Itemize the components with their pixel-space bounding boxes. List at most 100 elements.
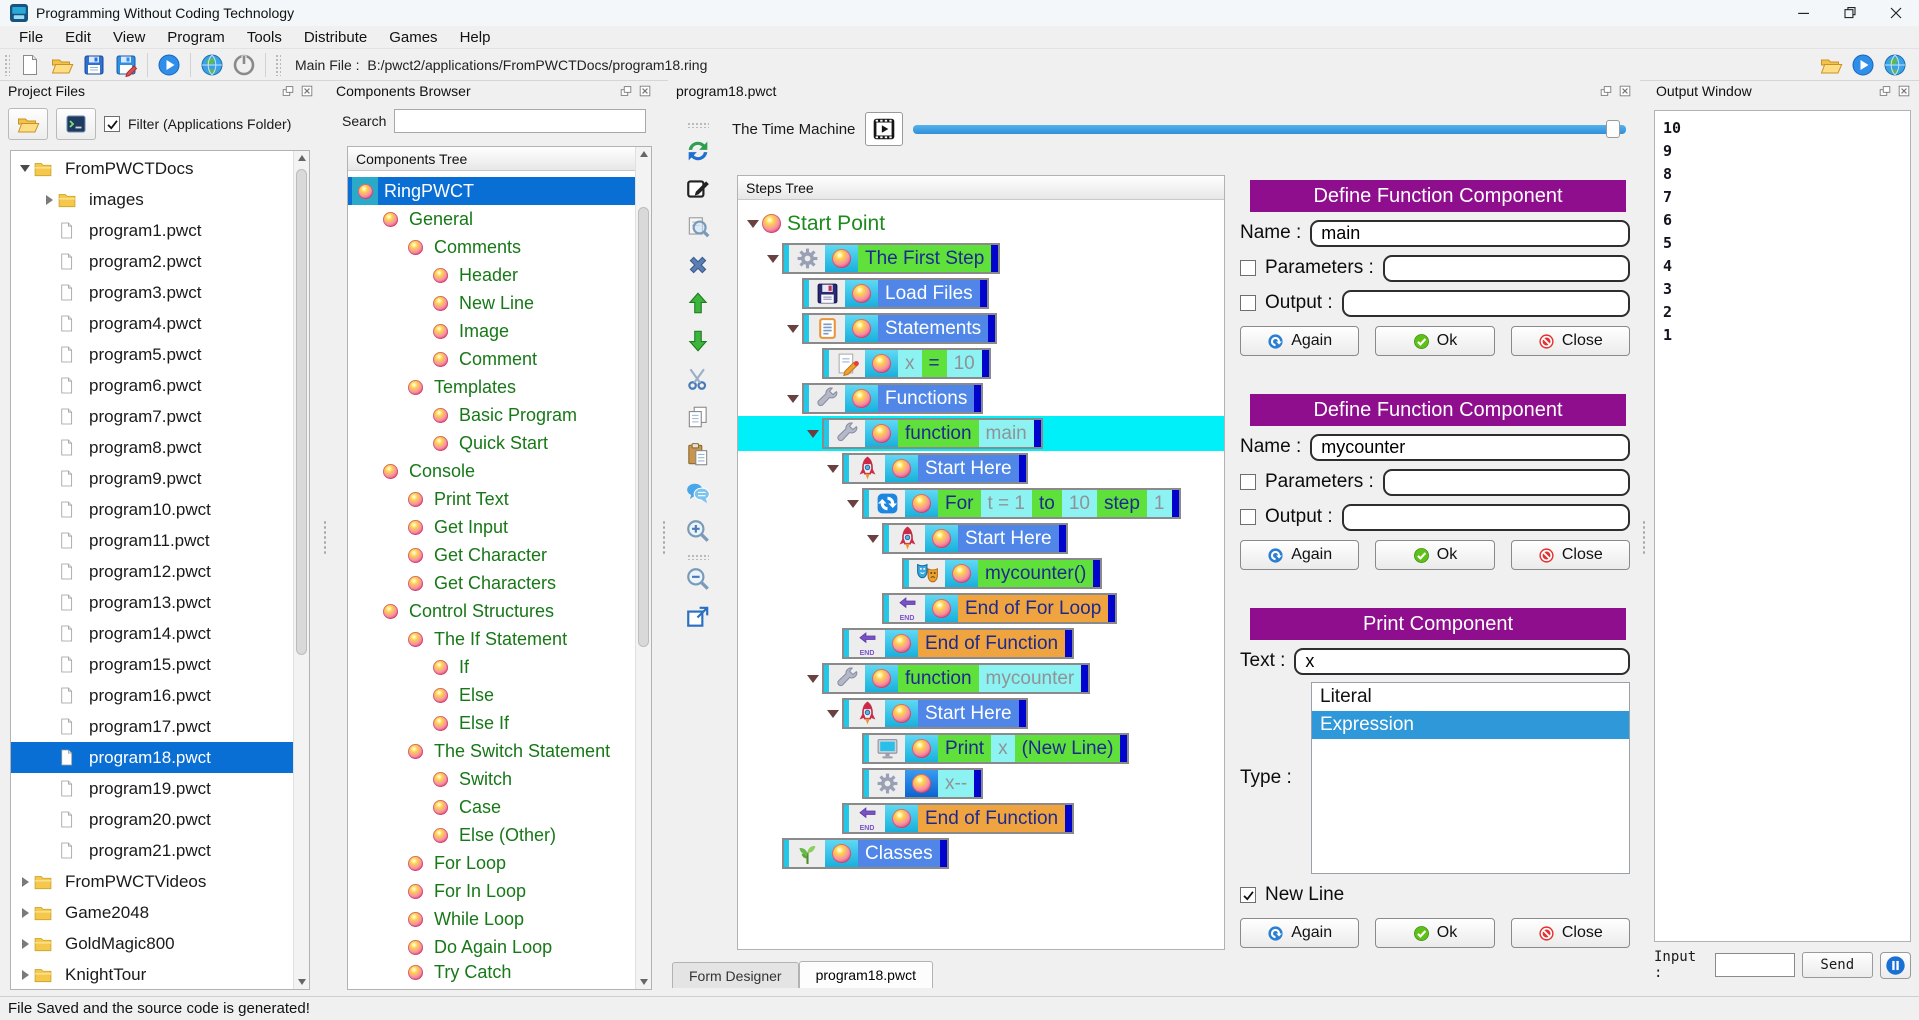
console-button[interactable] (56, 108, 96, 140)
project-tree-item[interactable]: KnightTour (11, 959, 309, 990)
component-tree-item[interactable]: New Line (348, 289, 651, 317)
again-button[interactable]: Again (1240, 918, 1359, 948)
paste-button[interactable] (680, 438, 716, 472)
component-tree-item[interactable]: Comments (348, 233, 651, 261)
step-block[interactable]: Start Here (882, 523, 1068, 554)
menu-view[interactable]: View (102, 29, 156, 46)
project-tree-item[interactable]: program13.pwct (11, 587, 309, 618)
close-panel-button[interactable] (1897, 84, 1911, 98)
project-tree-item[interactable]: program5.pwct (11, 339, 309, 370)
project-tree-item[interactable]: program3.pwct (11, 277, 309, 308)
component-tree-item[interactable]: Header (348, 261, 651, 289)
step-block[interactable]: mycounter() (902, 558, 1102, 589)
pause-button[interactable] (1880, 952, 1911, 979)
toolbar-grip[interactable] (275, 54, 281, 76)
component-tree-item[interactable]: For Loop (348, 849, 651, 877)
output-checkbox[interactable] (1240, 509, 1256, 525)
project-tree-item[interactable]: program8.pwct (11, 432, 309, 463)
step-row[interactable]: functionmycounter (738, 661, 1224, 696)
delete-button[interactable] (680, 248, 716, 282)
step-row[interactable]: Functions (738, 381, 1224, 416)
step-row[interactable]: Start Here (738, 451, 1224, 486)
step-expander[interactable] (784, 395, 802, 403)
again-button[interactable]: Again (1240, 326, 1359, 356)
project-tree-item[interactable]: program2.pwct (11, 246, 309, 277)
project-tree-item[interactable]: program12.pwct (11, 556, 309, 587)
save-as-button[interactable] (110, 51, 142, 79)
float-panel-button[interactable] (619, 84, 633, 98)
move-up-button[interactable] (680, 286, 716, 320)
project-tree-scrollbar[interactable] (293, 151, 309, 989)
step-expander[interactable] (764, 255, 782, 263)
run-button[interactable] (1847, 51, 1879, 79)
tree-expander[interactable] (17, 970, 33, 980)
tree-expander[interactable] (41, 195, 57, 205)
component-tree-item[interactable]: Templates (348, 373, 651, 401)
parameters-field[interactable] (1383, 469, 1630, 496)
new-file-button[interactable] (14, 51, 46, 79)
close-button[interactable]: Close (1511, 326, 1630, 356)
component-tree-item[interactable]: For In Loop (348, 877, 651, 905)
component-tree-item[interactable]: Get Input (348, 513, 651, 541)
web-button[interactable] (1879, 51, 1911, 79)
project-tree-item[interactable]: Game2048 (11, 897, 309, 928)
open-folder-button[interactable] (46, 51, 78, 79)
close-panel-button[interactable] (300, 84, 314, 98)
step-expander[interactable] (804, 430, 822, 438)
move-down-button[interactable] (680, 324, 716, 358)
project-tree-item[interactable]: program21.pwct (11, 835, 309, 866)
components-tree-scrollbar[interactable] (635, 147, 651, 989)
parameters-checkbox[interactable] (1240, 260, 1256, 276)
tree-expander[interactable] (17, 939, 33, 949)
component-tree-item[interactable]: Try Catch (348, 961, 651, 983)
project-tree-item[interactable]: program6.pwct (11, 370, 309, 401)
project-tree-item[interactable]: GoldMagic800 (11, 928, 309, 959)
close-panel-button[interactable] (1618, 84, 1632, 98)
refresh-button[interactable] (680, 134, 716, 168)
open-folder-button[interactable] (1815, 51, 1847, 79)
component-tree-item[interactable]: Quick Start (348, 429, 651, 457)
menu-program[interactable]: Program (156, 29, 236, 46)
component-tree-item[interactable]: RingPWCT (348, 177, 651, 205)
panel-splitter[interactable] (660, 80, 667, 996)
output-text-area[interactable]: 10987654321 (1654, 110, 1911, 942)
project-tree-item[interactable]: program14.pwct (11, 618, 309, 649)
parameters-checkbox[interactable] (1240, 474, 1256, 490)
step-block[interactable]: Statements (802, 313, 997, 344)
step-expander[interactable] (784, 325, 802, 333)
step-row[interactable]: functionmain (738, 416, 1224, 451)
output-checkbox[interactable] (1240, 295, 1256, 311)
toolbar-grip[interactable] (687, 554, 709, 560)
menu-edit[interactable]: Edit (54, 29, 102, 46)
component-tree-item[interactable]: Comment (348, 345, 651, 373)
step-row[interactable]: The First Step (738, 241, 1224, 276)
maximize-button[interactable] (1827, 0, 1873, 26)
step-expander[interactable] (864, 535, 882, 543)
step-block[interactable]: ENDEnd of Function (842, 628, 1074, 659)
float-panel-button[interactable] (1599, 84, 1613, 98)
project-tree-item[interactable]: program1.pwct (11, 215, 309, 246)
ok-button[interactable]: Ok (1375, 918, 1494, 948)
step-block[interactable]: Classes (782, 838, 949, 869)
zoom-out-button[interactable] (680, 562, 716, 596)
zoom-in-button[interactable] (680, 514, 716, 548)
save-button[interactable] (78, 51, 110, 79)
step-expander[interactable] (804, 675, 822, 683)
component-tree-item[interactable]: Get Character (348, 541, 651, 569)
step-block[interactable]: Load Files (802, 278, 989, 309)
tree-expander[interactable] (17, 877, 33, 887)
run-button[interactable] (153, 51, 185, 79)
open-project-folder-button[interactable] (8, 108, 48, 140)
menu-file[interactable]: File (8, 29, 54, 46)
component-tree-item[interactable]: The Switch Statement (348, 737, 651, 765)
ok-button[interactable]: Ok (1375, 540, 1494, 570)
edit-button[interactable] (680, 172, 716, 206)
project-tree-item[interactable]: program9.pwct (11, 463, 309, 494)
type-listbox[interactable]: LiteralExpression (1311, 682, 1630, 874)
component-tree-item[interactable]: General (348, 205, 651, 233)
project-tree-item[interactable]: program20.pwct (11, 804, 309, 835)
step-row[interactable]: mycounter() (738, 556, 1224, 591)
component-tree-item[interactable]: If (348, 653, 651, 681)
step-block[interactable]: Start Here (842, 698, 1028, 729)
component-tree-item[interactable]: Print Text (348, 485, 651, 513)
